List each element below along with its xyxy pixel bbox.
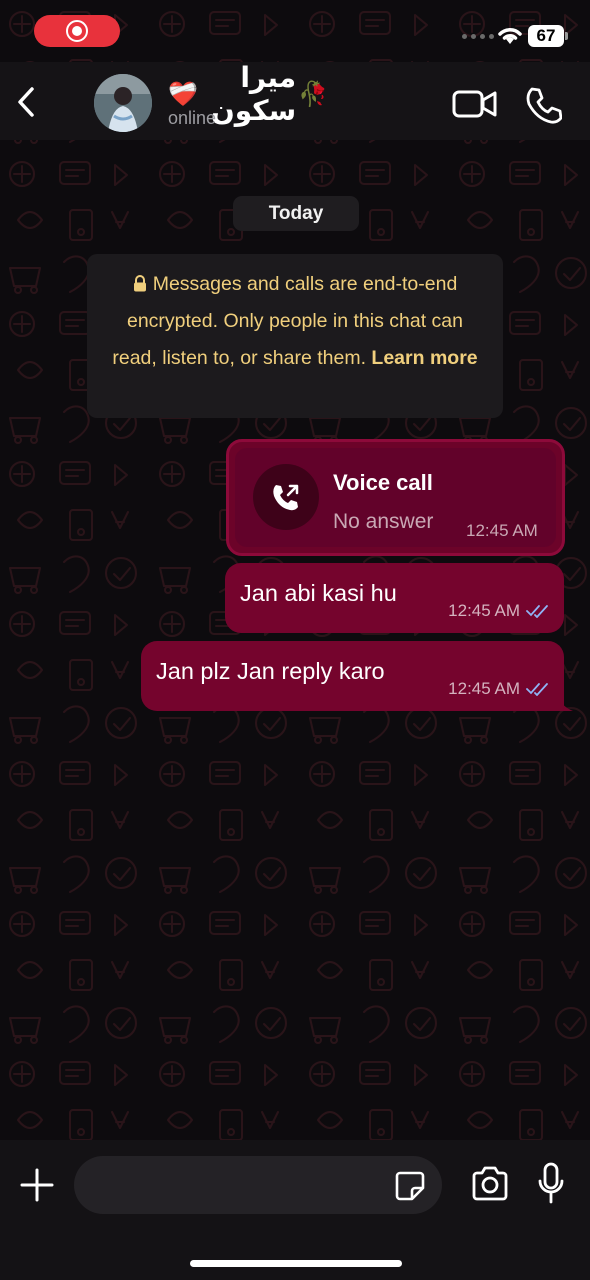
message-input[interactable]	[74, 1156, 442, 1214]
back-icon	[18, 87, 34, 117]
chat-header: ❤️‍🩹 میرا سکون 🥀 online	[0, 61, 590, 140]
lock-icon	[133, 275, 146, 292]
call-title: Voice call	[333, 470, 433, 495]
voice-call-card: Voice call No answer 12:45 AM	[235, 448, 556, 547]
outgoing-call-icon	[273, 484, 299, 511]
contact-name-decor-right: 🥀	[298, 80, 328, 108]
voice-call-message[interactable]: Voice call No answer 12:45 AM	[226, 439, 565, 556]
video-call-button[interactable]	[452, 88, 498, 120]
outgoing-message[interactable]: Jan plz Jan reply karo 12:45 AM	[141, 641, 564, 711]
message-composer	[0, 1140, 590, 1280]
screen-recording-indicator[interactable]	[34, 15, 120, 47]
voice-note-button[interactable]	[538, 1162, 564, 1204]
message-time: 12:45 AM	[466, 521, 538, 540]
voice-call-button[interactable]	[524, 86, 563, 124]
voice-call-icon	[526, 87, 563, 124]
message-meta: 12:45 AM	[448, 601, 550, 621]
microphone-icon	[538, 1162, 564, 1204]
chat-screen: 67 ❤️‍🩹 میرا سکون 🥀 online	[0, 0, 590, 1280]
call-icon-circle	[253, 464, 319, 530]
plus-icon	[20, 1168, 54, 1202]
call-status: No answer	[333, 510, 434, 533]
message-text: Jan plz Jan reply karo	[156, 658, 385, 684]
wifi-icon	[498, 28, 522, 44]
contact-status: online	[168, 108, 217, 128]
outgoing-message[interactable]: Jan abi kasi hu 12:45 AM	[225, 563, 564, 633]
message-text: Jan abi kasi hu	[240, 580, 397, 606]
battery-tip	[565, 32, 568, 40]
message-meta: 12:45 AM	[448, 679, 550, 699]
avatar-photo	[94, 74, 152, 132]
record-icon	[66, 20, 88, 42]
date-separator: Today	[233, 196, 359, 231]
video-call-icon	[452, 90, 497, 118]
message-time: 12:45 AM	[448, 679, 520, 698]
home-indicator[interactable]	[190, 1260, 402, 1267]
learn-more-link[interactable]: Learn more	[371, 347, 477, 369]
message-time: 12:45 AM	[448, 601, 520, 620]
cellular-signal-icon	[462, 34, 494, 39]
contact-name-decor-left: ❤️‍🩹	[168, 80, 198, 108]
contact-avatar[interactable]	[94, 74, 152, 132]
camera-button[interactable]	[470, 1166, 510, 1202]
camera-icon	[472, 1166, 508, 1201]
chat-wallpaper	[0, 0, 590, 1280]
battery-indicator: 67	[528, 25, 564, 47]
read-receipt-icon	[526, 605, 548, 618]
read-receipt-icon	[526, 683, 548, 696]
sticker-button[interactable]	[394, 1170, 426, 1202]
back-button[interactable]	[8, 82, 44, 122]
status-bar: 67	[0, 0, 590, 62]
encryption-notice[interactable]: Messages and calls are end-to-end encryp…	[87, 254, 503, 418]
attach-button[interactable]	[18, 1166, 56, 1204]
sticker-icon	[395, 1171, 425, 1201]
